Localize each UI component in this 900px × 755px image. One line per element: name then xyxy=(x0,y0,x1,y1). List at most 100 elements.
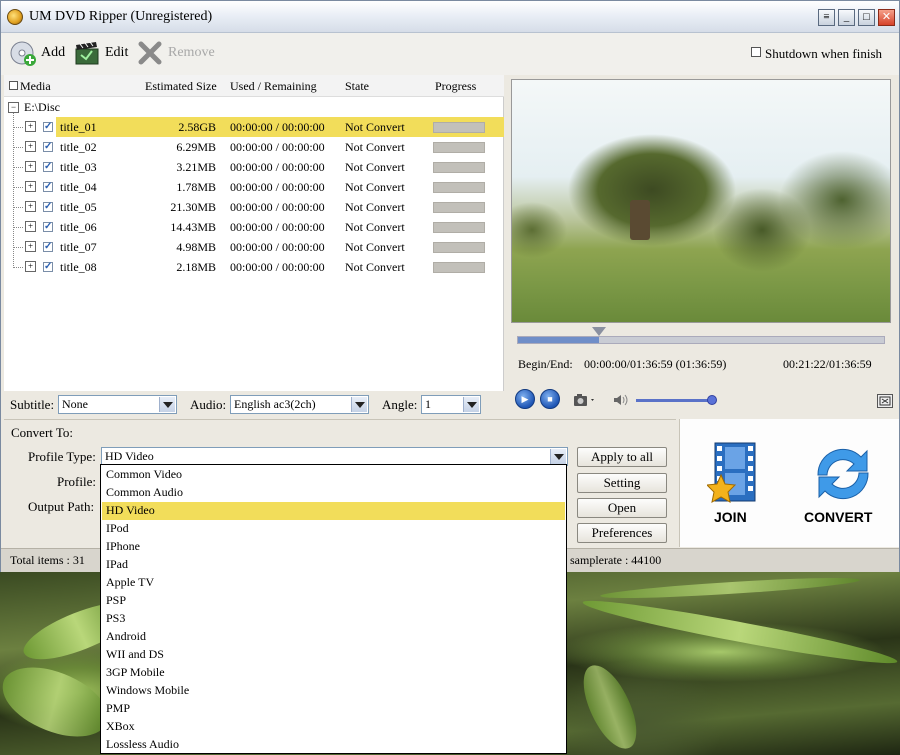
add-button[interactable]: Add xyxy=(41,45,65,61)
chevron-down-icon[interactable] xyxy=(351,397,367,412)
tree-expand-icon[interactable]: + xyxy=(25,141,36,152)
row-title: title_08 xyxy=(60,260,97,274)
total-items: Total items : 31 xyxy=(10,553,85,567)
chevron-down-icon[interactable] xyxy=(463,397,479,412)
edit-button[interactable]: Edit xyxy=(105,45,128,61)
table-row[interactable]: + ✓ title_08 2.18MB 00:00:00 / 00:00:00 Not C… xyxy=(4,257,504,277)
dropdown-option[interactable]: IPad xyxy=(102,556,565,574)
tree-expand-icon[interactable]: + xyxy=(25,201,36,212)
angle-select[interactable]: 1 xyxy=(421,395,481,414)
row-time: 00:00:00 / 00:00:00 xyxy=(230,240,325,254)
dropdown-option[interactable]: Lossless Audio xyxy=(102,736,565,754)
table-row[interactable]: + ✓ title_04 1.78MB 00:00:00 / 00:00:00 Not C… xyxy=(4,177,504,197)
column-header-media[interactable]: Media xyxy=(20,79,51,94)
row-size: 4.98MB xyxy=(176,240,216,254)
column-header-progress[interactable]: Progress xyxy=(435,79,476,94)
row-title: title_05 xyxy=(60,200,97,214)
toolbar: Add Edit Remove Shutdown when finish xyxy=(1,33,899,75)
remove-x-icon[interactable] xyxy=(136,39,164,67)
tree-line xyxy=(13,247,23,248)
join-film-icon[interactable] xyxy=(705,441,761,503)
media-list[interactable]: Media Estimated Size Used / Remaining St… xyxy=(4,75,504,391)
dropdown-option[interactable]: IPod xyxy=(102,520,565,538)
profile-type-dropdown[interactable]: Common Video Common Audio HD Video IPod IPho… xyxy=(100,464,567,754)
samplerate: samplerate : 44100 xyxy=(570,553,662,567)
row-checkbox[interactable]: ✓ xyxy=(43,142,53,152)
convert-arrows-icon[interactable] xyxy=(806,441,880,507)
output-path-label: Output Path: xyxy=(28,499,95,514)
remove-button[interactable]: Remove xyxy=(168,45,215,61)
subtitle-select[interactable]: None xyxy=(58,395,177,414)
dropdown-option[interactable]: Android xyxy=(102,628,565,646)
seek-handle[interactable] xyxy=(591,327,606,336)
title-bar[interactable]: UM DVD Ripper (Unregistered) ≡ _ □ ✕ xyxy=(1,1,899,33)
maximize-icon[interactable]: □ xyxy=(858,9,875,26)
disc-root-label: E:\Disc xyxy=(24,100,60,114)
audio-value: English ac3(2ch) xyxy=(234,397,316,411)
row-checkbox[interactable]: ✓ xyxy=(43,222,53,232)
tree-line xyxy=(13,267,23,268)
apply-to-all-button[interactable]: Apply to all xyxy=(577,447,667,467)
row-time: 00:00:00 / 00:00:00 xyxy=(230,120,325,134)
close-icon[interactable]: ✕ xyxy=(878,9,895,26)
row-progress-bar xyxy=(433,182,485,193)
row-checkbox[interactable]: ✓ xyxy=(43,262,53,272)
chevron-down-icon[interactable] xyxy=(550,449,566,464)
dropdown-option[interactable]: WII and DS xyxy=(102,646,565,664)
row-checkbox[interactable]: ✓ xyxy=(43,162,53,172)
dropdown-option[interactable]: Windows Mobile xyxy=(102,682,565,700)
volume-handle[interactable] xyxy=(707,395,717,405)
column-header-used-remaining[interactable]: Used / Remaining xyxy=(230,79,317,94)
column-header-size[interactable]: Estimated Size xyxy=(145,79,217,94)
table-row[interactable]: + ✓ title_05 21.30MB 00:00:00 / 00:00:00 Not … xyxy=(4,197,504,217)
dropdown-option[interactable]: PSP xyxy=(102,592,565,610)
dropdown-option[interactable]: PS3 xyxy=(102,610,565,628)
add-disc-icon[interactable] xyxy=(9,39,37,67)
tree-expand-icon[interactable]: + xyxy=(25,181,36,192)
tree-expand-icon[interactable]: + xyxy=(25,161,36,172)
column-header-state[interactable]: State xyxy=(345,79,369,94)
chevron-down-icon[interactable] xyxy=(159,397,175,412)
snapshot-camera-icon[interactable] xyxy=(573,392,597,408)
table-row[interactable]: + ✓ title_01 2.58GB 00:00:00 / 00:00:00 Not C… xyxy=(4,117,504,137)
table-row[interactable]: + ✓ title_02 6.29MB 00:00:00 / 00:00:00 Not C… xyxy=(4,137,504,157)
row-time: 00:00:00 / 00:00:00 xyxy=(230,260,325,274)
volume-slider[interactable] xyxy=(636,399,716,402)
row-checkbox[interactable]: ✓ xyxy=(43,242,53,252)
table-row[interactable]: + ✓ title_03 3.21MB 00:00:00 / 00:00:00 Not C… xyxy=(4,157,504,177)
tree-expand-icon[interactable]: + xyxy=(25,261,36,272)
shutdown-checkbox[interactable] xyxy=(751,47,761,57)
dropdown-option[interactable]: HD Video xyxy=(102,502,565,520)
preferences-button[interactable]: Preferences xyxy=(577,523,667,543)
tree-expand-icon[interactable]: + xyxy=(25,121,36,132)
tree-expand-icon[interactable]: + xyxy=(25,241,36,252)
dropdown-option[interactable]: PMP xyxy=(102,700,565,718)
dropdown-option[interactable]: XBox xyxy=(102,718,565,736)
select-all-checkbox[interactable] xyxy=(9,81,18,90)
volume-icon[interactable] xyxy=(612,392,630,408)
edit-clapper-icon[interactable] xyxy=(73,39,101,67)
tree-collapse-icon[interactable]: − xyxy=(8,102,19,113)
play-icon[interactable]: ▶ xyxy=(515,389,535,409)
dropdown-option[interactable]: Common Audio xyxy=(102,484,565,502)
row-time: 00:00:00 / 00:00:00 xyxy=(230,160,325,174)
stop-icon[interactable]: ■ xyxy=(540,389,560,409)
dropdown-option[interactable]: 3GP Mobile xyxy=(102,664,565,682)
menu-icon[interactable]: ≡ xyxy=(818,9,835,26)
audio-select[interactable]: English ac3(2ch) xyxy=(230,395,369,414)
open-button[interactable]: Open xyxy=(577,498,667,518)
setting-button[interactable]: Setting xyxy=(577,473,667,493)
row-checkbox[interactable]: ✓ xyxy=(43,182,53,192)
tree-expand-icon[interactable]: + xyxy=(25,221,36,232)
convert-button[interactable]: CONVERT xyxy=(804,509,872,525)
row-checkbox[interactable]: ✓ xyxy=(43,202,53,212)
join-button[interactable]: JOIN xyxy=(714,509,747,525)
dropdown-option[interactable]: Apple TV xyxy=(102,574,565,592)
table-row[interactable]: + ✓ title_07 4.98MB 00:00:00 / 00:00:00 Not C… xyxy=(4,237,504,257)
dropdown-option[interactable]: IPhone xyxy=(102,538,565,556)
table-row[interactable]: + ✓ title_06 14.43MB 00:00:00 / 00:00:00 Not … xyxy=(4,217,504,237)
dropdown-option[interactable]: Common Video xyxy=(102,466,565,484)
minimize-icon[interactable]: _ xyxy=(838,9,855,26)
fullscreen-icon[interactable] xyxy=(877,394,893,408)
row-checkbox[interactable]: ✓ xyxy=(43,122,53,132)
